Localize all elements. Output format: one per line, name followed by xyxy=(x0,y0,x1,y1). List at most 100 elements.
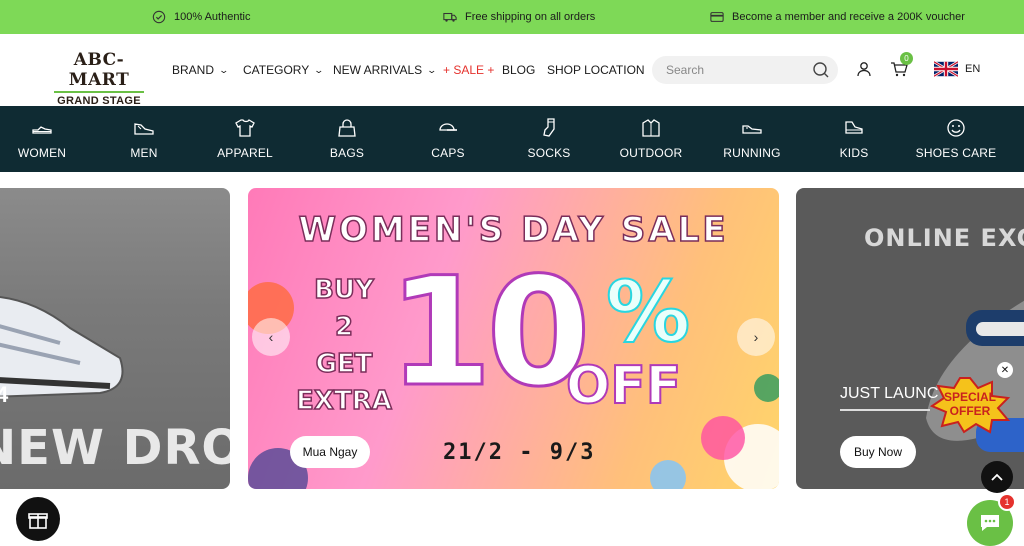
truck-icon xyxy=(443,12,457,22)
special-line: SPECIAL xyxy=(943,390,996,404)
nav-brand-label: BRAND xyxy=(172,63,215,77)
nav-sale[interactable]: + SALE + xyxy=(443,34,494,106)
just-launched-text: JUST LAUNC xyxy=(840,385,939,402)
gift-icon xyxy=(28,513,48,529)
buy-line: 2 xyxy=(334,311,354,343)
category-label: WOMEN xyxy=(17,146,67,160)
nav-blog[interactable]: BLOG xyxy=(502,34,535,106)
category-bar: WOMEN MEN APPAREL BAGS CAPS SOCKS OUTDOO… xyxy=(0,106,1024,172)
search-input[interactable]: Search xyxy=(652,56,838,84)
search-placeholder: Search xyxy=(666,63,705,77)
chat-notification-badge: 1 xyxy=(998,493,1016,511)
authentic-notice: 100% Authentic xyxy=(152,10,250,24)
category-socks[interactable]: SOCKS xyxy=(499,106,599,172)
banner-left-number: 4 xyxy=(0,382,9,407)
mua-ngay-button[interactable]: Mua Ngay xyxy=(290,436,370,468)
men-shoe-icon xyxy=(134,123,154,135)
category-label: MEN xyxy=(130,146,158,160)
buy-line: BUY xyxy=(313,274,374,306)
cap-icon xyxy=(439,123,457,131)
sale-title: WOMEN'S DAY SALE xyxy=(298,209,729,251)
shield-check-icon xyxy=(152,10,166,24)
category-label: BAGS xyxy=(329,146,365,160)
nav-category[interactable]: CATEGORY ⌄ xyxy=(243,34,325,106)
gift-button[interactable] xyxy=(16,497,60,541)
chevron-down-icon: ⌄ xyxy=(218,64,230,75)
language-selector[interactable]: EN xyxy=(965,63,980,75)
off-label: OFF xyxy=(565,355,682,417)
chevron-left-icon: ‹ xyxy=(268,329,274,345)
chevron-right-icon: › xyxy=(753,329,759,345)
promo-topbar: 100% Authentic Free shipping on all orde… xyxy=(0,0,1024,34)
chevron-up-icon xyxy=(991,473,1003,481)
site-header: ABC-MART GRAND STAGE BRAND ⌄ CATEGORY ⌄ NE… xyxy=(0,34,1024,107)
buy-line: EXTRA xyxy=(295,385,392,417)
banner-new-drop[interactable]: NEW DROP 4 xyxy=(0,188,230,489)
nav-blog-label: BLOG xyxy=(502,63,536,77)
card-icon xyxy=(710,12,724,22)
offer-line: OFFER xyxy=(949,404,991,418)
chat-icon xyxy=(981,515,999,531)
category-label: KIDS xyxy=(839,146,869,160)
authentic-text: 100% Authentic xyxy=(174,11,251,23)
shipping-text: Free shipping on all orders xyxy=(465,11,596,23)
category-label: APPAREL xyxy=(217,146,273,160)
sock-icon xyxy=(543,118,555,137)
category-label: CAPS xyxy=(431,146,465,160)
carousel-prev-button[interactable]: ‹ xyxy=(252,318,290,356)
buy-line: GET xyxy=(315,348,373,380)
new-drop-headline: NEW DROP xyxy=(0,420,230,476)
member-notice: Become a member and receive a 200K vouch… xyxy=(710,10,965,24)
cart-count-badge: 0 xyxy=(900,52,913,65)
women-shoe-icon xyxy=(32,126,52,134)
category-caps[interactable]: CAPS xyxy=(398,106,498,172)
discount-number: 10 xyxy=(387,246,593,420)
uk-flag-icon[interactable] xyxy=(934,60,958,78)
tshirt-icon xyxy=(235,119,255,137)
chevron-down-icon: ⌄ xyxy=(313,64,325,75)
category-shoes-care[interactable]: SHOES CARE xyxy=(906,106,1006,172)
buy-now-button[interactable]: Buy Now xyxy=(840,436,916,468)
logo-divider xyxy=(54,91,144,93)
category-apparel[interactable]: APPAREL xyxy=(195,106,295,172)
category-label: RUNNING xyxy=(723,146,781,160)
nav-sale-label: + SALE + xyxy=(443,63,495,77)
category-men[interactable]: MEN xyxy=(94,106,194,172)
smile-icon xyxy=(947,119,965,137)
close-badge-button[interactable]: ✕ xyxy=(997,362,1013,378)
category-label: SOCKS xyxy=(527,146,571,160)
buy-promo-lines: BUY 2 GET EXTRA xyxy=(284,272,404,420)
category-outdoor[interactable]: OUTDOOR xyxy=(601,106,701,172)
sneaker-image xyxy=(0,296,124,398)
member-text: Become a member and receive a 200K vouch… xyxy=(732,11,965,23)
online-exclusive-headline: ONLINE EXC xyxy=(864,224,1024,252)
bag-icon xyxy=(338,119,356,137)
close-icon: ✕ xyxy=(1000,364,1010,376)
user-icon[interactable] xyxy=(855,60,873,78)
jacket-icon xyxy=(642,119,660,137)
category-women[interactable]: WOMEN xyxy=(0,106,92,172)
banner-womens-day-sale[interactable]: WOMEN'S DAY SALE BUY 2 GET EXTRA 10 % OF… xyxy=(248,188,779,489)
search-icon[interactable] xyxy=(812,61,830,79)
running-shoe-icon xyxy=(742,125,762,134)
nav-shop-location[interactable]: SHOP LOCATION xyxy=(547,34,645,106)
chevron-down-icon: ⌄ xyxy=(426,64,438,75)
category-bags[interactable]: BAGS xyxy=(297,106,397,172)
site-logo[interactable]: ABC-MART GRAND STAGE xyxy=(48,50,150,107)
nav-brand[interactable]: BRAND ⌄ xyxy=(172,34,230,106)
percent-sign: % xyxy=(605,262,691,362)
category-running[interactable]: RUNNING xyxy=(702,106,802,172)
tagline-underline xyxy=(840,409,930,411)
nav-new-arrivals-label: NEW ARRIVALS xyxy=(333,63,423,77)
nav-category-label: CATEGORY xyxy=(243,63,310,77)
category-label: OUTDOOR xyxy=(619,146,683,160)
special-offer-badge[interactable]: SPECIAL OFFER xyxy=(928,376,1012,434)
carousel-next-button[interactable]: › xyxy=(737,318,775,356)
category-kids[interactable]: KIDS xyxy=(804,106,904,172)
logo-line1: ABC-MART xyxy=(68,50,130,90)
shipping-notice: Free shipping on all orders xyxy=(443,10,595,24)
category-label: SHOES CARE xyxy=(915,146,997,160)
back-to-top-button[interactable] xyxy=(981,461,1013,493)
nav-new-arrivals[interactable]: NEW ARRIVALS ⌄ xyxy=(333,34,438,106)
banner-online-exclusive[interactable]: ONLINE EXC JUST LAUNC Buy Now xyxy=(796,188,1024,489)
